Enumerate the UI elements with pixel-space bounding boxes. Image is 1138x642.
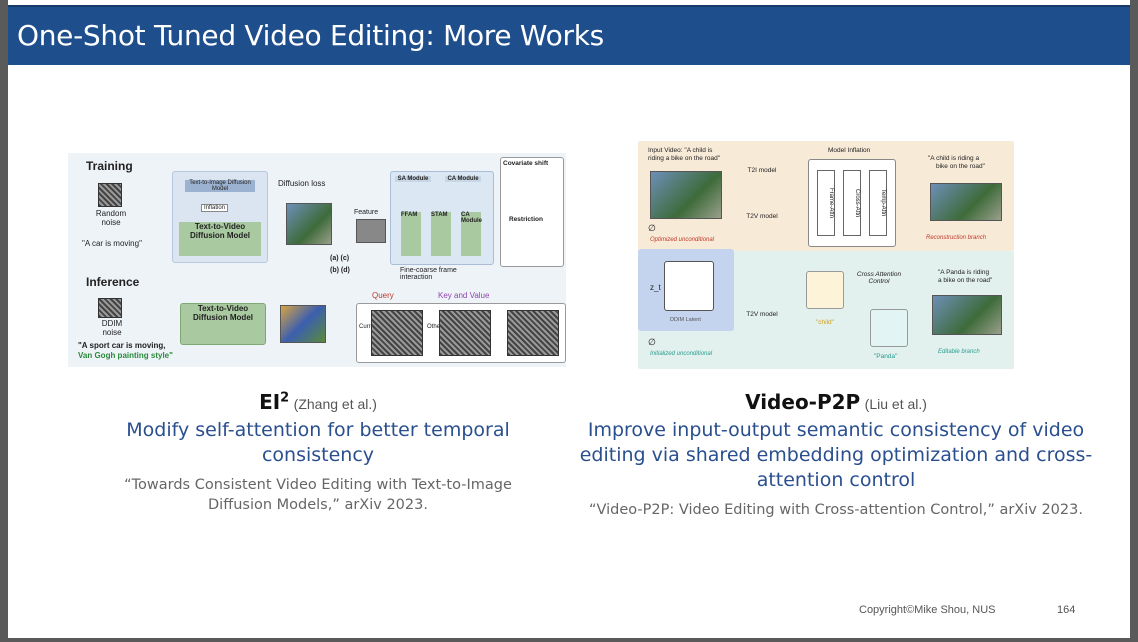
feature-image	[356, 219, 386, 243]
slide-title: One-Shot Tuned Video Editing: More Works	[17, 19, 604, 52]
ddim-latent-image	[664, 261, 714, 311]
ddim-latent-label: DDIM Latent	[670, 317, 701, 323]
training-label: Training	[86, 159, 133, 173]
ei2-heading: EI2 (Zhang et al.)	[96, 390, 540, 414]
copyright: Copyright©Mike Shou, NUS	[859, 604, 996, 616]
t2v-model-bottom: T2V model	[746, 311, 778, 318]
attn-stack: Frame-Attn Cross-Attn Temp-Attn	[808, 159, 896, 247]
child-attn-map	[806, 271, 844, 309]
input-video-b: riding a bike on the road"	[648, 155, 721, 162]
attention-frames: Current Others	[356, 303, 566, 363]
inference-frames	[280, 305, 326, 343]
editable-label: Editable branch	[938, 349, 980, 355]
shift-panel: Covariate shift Restriction	[500, 157, 564, 267]
out2-b: a bike on the road"	[938, 277, 993, 284]
child-label: "child"	[816, 319, 834, 326]
training-frames	[286, 203, 332, 245]
model-inflation: Model Inflation	[828, 147, 871, 154]
out2-a: "A Panda is riding	[938, 269, 990, 276]
optimized-label: Optimized unconditional	[650, 237, 715, 243]
other-frame-image-2	[507, 310, 559, 356]
videop2p-figure: Input Video: "A child is riding a bike o…	[638, 141, 1014, 369]
prompt-1: "A car is moving"	[82, 239, 142, 248]
panda-label: "Panda"	[874, 353, 898, 360]
ei2-name-text: EI	[259, 390, 281, 414]
fine-coarse-label: Fine-coarse frame interaction	[400, 267, 457, 281]
ei2-summary: Modify self-attention for better tempora…	[126, 419, 510, 466]
edited-frames	[932, 295, 1002, 335]
feature-label: Feature	[354, 209, 379, 216]
ei2-authors: (Zhang et al.)	[293, 396, 377, 412]
ei2-name-sup: 2	[280, 390, 290, 406]
input-video-a: Input Video: "A child is	[648, 147, 713, 154]
other-frame-image-1	[439, 310, 491, 356]
videop2p-citation: “Video-P2P: Video Editing with Cross-att…	[589, 502, 1083, 518]
page-number: 164	[1057, 604, 1076, 616]
videop2p-heading: Video-P2P (Liu et al.)	[578, 390, 1094, 414]
query-label: Query	[372, 291, 394, 300]
videop2p-name: Video-P2P	[745, 390, 861, 414]
key-value-label: Key and Value	[438, 291, 490, 300]
videop2p-summary: Improve input-output semantic consistenc…	[579, 419, 1093, 491]
out1-b: bike on the road"	[936, 163, 985, 170]
input-frames	[650, 171, 722, 219]
cross-attn-control: Cross Attention Control	[856, 271, 902, 285]
random-noise-image	[98, 183, 122, 207]
current-frame-image	[371, 310, 423, 356]
ei2-figure: Training Random noise "A car is moving" …	[68, 153, 566, 367]
ei2-citation: “Towards Consistent Video Editing with T…	[124, 477, 512, 513]
ei2-name: EI2	[259, 390, 289, 414]
t2v-model-top: T2V model	[746, 213, 778, 220]
zt-label: z_t	[650, 283, 661, 292]
phi-2: ∅	[648, 337, 656, 347]
prompt-2a: "A sport car is moving,	[78, 341, 166, 350]
slide: One-Shot Tuned Video Editing: More Works…	[8, 0, 1130, 638]
prompt-2b: Van Gogh painting style"	[78, 351, 173, 360]
ddim-noise-image	[98, 298, 122, 318]
diffusion-loss-label: Diffusion loss	[278, 179, 326, 188]
label-bd: (b) (d)	[330, 267, 350, 274]
reconstruction-label: Reconstruction branch	[926, 235, 987, 241]
panda-attn-map	[870, 309, 908, 347]
module-block: SA Module CA Module FFAM STAM CA Module	[390, 171, 494, 265]
t2i-t2v-block: Text-to-Image Diffusion Model Inflation …	[172, 171, 268, 263]
videop2p-authors: (Liu et al.)	[864, 396, 927, 412]
title-bar: One-Shot Tuned Video Editing: More Works	[8, 5, 1130, 65]
random-noise-label: Random noise	[95, 209, 127, 227]
initialized-label: Initialized unconditional	[650, 351, 713, 357]
ei2-caption: EI2 (Zhang et al.) Modify self-attention…	[96, 390, 540, 515]
label-ac: (a) (c)	[330, 255, 350, 262]
phi-1: ∅	[648, 223, 656, 233]
videop2p-caption: Video-P2P (Liu et al.) Improve input-out…	[578, 390, 1094, 520]
inference-label: Inference	[86, 275, 140, 289]
t2i-model: T2I model	[747, 167, 777, 174]
out1-a: "A child is riding a	[928, 155, 980, 162]
t2v-model-inference: Text-to-Video Diffusion Model	[180, 303, 266, 345]
ddim-noise-label: DDIM noise	[101, 319, 123, 337]
recon-frames	[930, 183, 1002, 221]
